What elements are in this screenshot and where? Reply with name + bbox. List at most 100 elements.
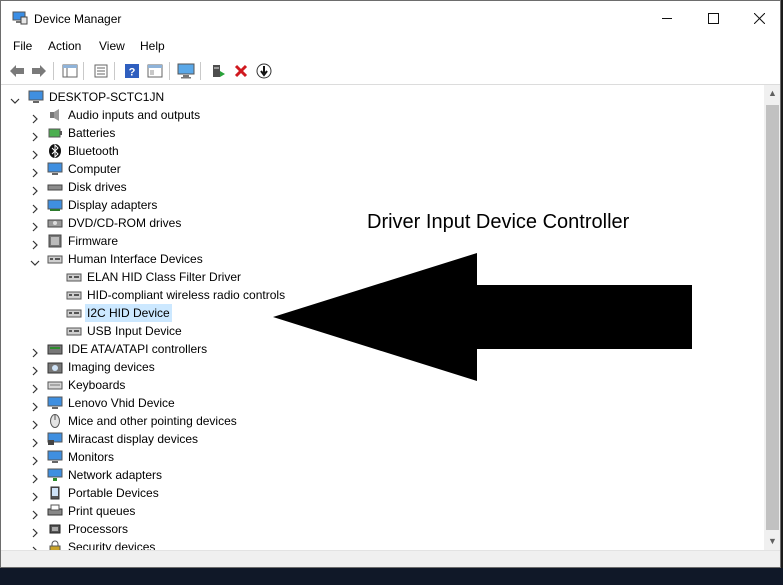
menu-help[interactable]: Help [140,39,165,53]
title-bar: Device Manager [1,1,780,35]
menu-view[interactable]: View [99,39,125,53]
down-arrow-circle-icon [256,63,272,79]
minimize-icon [661,17,672,19]
view-icon [147,64,163,78]
firmware-icon [48,234,62,248]
menu-action[interactable]: Action [48,39,81,53]
tree-category[interactable]: Portable Devices [1,484,701,502]
camera-icon [47,362,63,374]
hid-device-icon [66,327,82,336]
toolbar-separator [53,62,54,80]
properties-icon [94,64,108,78]
hid-device-icon [66,309,82,318]
close-button[interactable] [736,1,780,35]
tree-root[interactable]: DESKTOP-SCTC1JN [1,88,701,106]
tree-category[interactable]: Firmware [1,232,701,250]
menu-bar: File Action View Help [1,35,780,57]
vertical-scrollbar[interactable]: ▲ ▼ [764,85,780,550]
tree-category-label: Mice and other pointing devices [68,414,237,428]
svg-text:?: ? [129,67,136,79]
toolbar-separator [169,62,170,80]
tree-category-label: Monitors [68,450,115,464]
help-icon: ? [125,64,139,79]
tree-category-label: Batteries [68,126,116,140]
processor-icon [49,524,61,534]
device-manager-icon [12,11,28,25]
tree-category-label: Computer [68,162,121,176]
security-icon [49,540,61,550]
monitor-icon [47,450,63,463]
tree-category[interactable]: Mice and other pointing devices [1,412,701,430]
forward-arrow-icon [32,65,46,77]
tree-category[interactable]: Disk drives [1,178,701,196]
tree-category[interactable]: Processors [1,520,701,538]
scroll-down-arrow[interactable]: ▼ [764,533,780,550]
tree-category[interactable]: Network adapters [1,466,701,484]
printer-icon [47,504,63,516]
tree-category-label: Display adapters [68,198,158,212]
computer-root-icon [28,90,44,103]
chevron-right-icon[interactable] [30,542,40,550]
tree-category-label: Lenovo Vhid Device [68,396,175,410]
properties-button[interactable] [91,61,111,81]
back-button[interactable] [7,61,27,81]
tree-category-label: Miracast display devices [68,432,199,446]
tree-category-label: Processors [68,522,129,536]
tree-device-label: USB Input Device [87,324,182,338]
tree-category-label: Bluetooth [68,144,119,158]
tree-category[interactable]: Print queues [1,502,701,520]
menu-file[interactable]: File [13,39,32,53]
tree-category-label: Audio inputs and outputs [68,108,201,122]
computer-icon [47,162,63,175]
bluetooth-icon [49,144,61,158]
tree-category-label: Firmware [68,234,118,248]
uninstall-device-button[interactable] [231,61,251,81]
update-driver-button[interactable] [208,61,228,81]
miracast-icon [47,432,63,445]
show-hide-console-tree-button[interactable] [60,61,80,81]
tree-category[interactable]: Miracast display devices [1,430,701,448]
keyboard-icon [47,381,63,390]
tree-category-label: Portable Devices [68,486,159,500]
annotation-caption: Driver Input Device Controller [367,211,630,233]
forward-button[interactable] [29,61,49,81]
maximize-button[interactable] [690,1,736,35]
status-strip [1,550,780,567]
portable-icon [50,486,60,500]
help-button[interactable]: ? [122,61,142,81]
update-view-button[interactable] [145,61,165,81]
toolbar-separator [114,62,115,80]
speaker-icon [50,109,59,121]
scan-hardware-button[interactable] [176,61,196,81]
tree-category-label: Network adapters [68,468,163,482]
tree-device-label: ELAN HID Class Filter Driver [87,270,242,284]
tree-category[interactable]: Bluetooth [1,142,701,160]
tree-category-label: Disk drives [68,180,127,194]
tree-category[interactable]: Batteries [1,124,701,142]
tree-category[interactable]: Lenovo Vhid Device [1,394,701,412]
toolbar: ? [1,58,780,85]
device-manager-window: Device Manager File Action View Help ? D… [0,0,781,568]
tree-category[interactable]: Security devices [1,538,701,550]
tree-device-label: HID-compliant wireless radio controls [87,288,286,302]
tree-category-label: Keyboards [68,378,126,392]
battery-icon [48,128,62,138]
tree-category[interactable]: Computer [1,160,701,178]
enable-device-button[interactable] [254,61,274,81]
hid-device-icon [66,273,82,282]
tree-category[interactable]: Audio inputs and outputs [1,106,701,124]
window-title: Device Manager [34,12,122,26]
scroll-thumb[interactable] [766,105,779,530]
network-icon [47,468,63,481]
hid-icon [47,255,63,264]
tree-category[interactable]: Monitors [1,448,701,466]
tree-root-label: DESKTOP-SCTC1JN [49,90,165,104]
display-icon [47,396,63,409]
scroll-up-arrow[interactable]: ▲ [764,85,780,102]
tree-category-label: Print queues [68,504,136,518]
update-driver-icon [213,65,225,77]
toolbar-separator [200,62,201,80]
back-arrow-icon [10,65,24,77]
minimize-button[interactable] [644,1,690,35]
close-icon [753,12,765,24]
